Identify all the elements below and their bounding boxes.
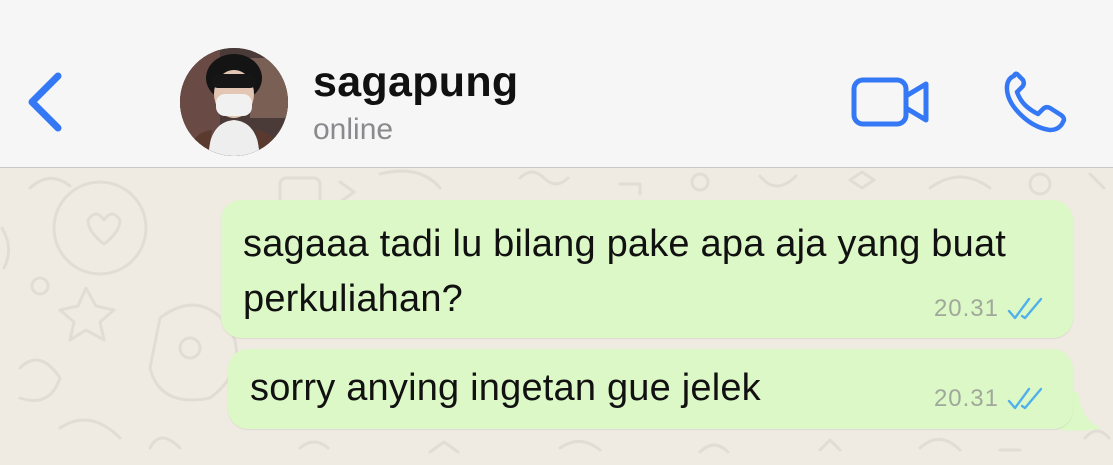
back-button[interactable] — [24, 66, 68, 138]
avatar[interactable] — [180, 48, 288, 156]
message-meta: 20.31 — [934, 295, 1047, 323]
outgoing-message[interactable]: sorry anying ingetan gue jelek 20.31 — [228, 349, 1073, 429]
chevron-left-icon — [28, 72, 62, 132]
contact-name[interactable]: sagapung — [313, 58, 518, 107]
message-time: 20.31 — [933, 385, 999, 412]
chat-area[interactable]: sagaaa tadi lu bilang pake apa aja yang … — [0, 168, 1113, 465]
chat-header: sagapung online — [0, 0, 1113, 168]
double-check-icon — [1007, 387, 1043, 410]
video-camera-icon — [851, 77, 929, 127]
message-meta: 20.31 — [934, 385, 1047, 413]
voice-call-button[interactable] — [1000, 70, 1068, 136]
double-check-icon — [1007, 297, 1043, 320]
contact-status: online — [313, 113, 394, 146]
message-text: sorry anying ingetan gue jelek — [250, 367, 761, 409]
avatar-photo — [180, 48, 288, 156]
video-call-button[interactable] — [850, 74, 932, 130]
outgoing-message[interactable]: sagaaa tadi lu bilang pake apa aja yang … — [221, 200, 1073, 338]
message-time: 20.31 — [933, 295, 999, 322]
phone-icon — [1004, 71, 1067, 133]
